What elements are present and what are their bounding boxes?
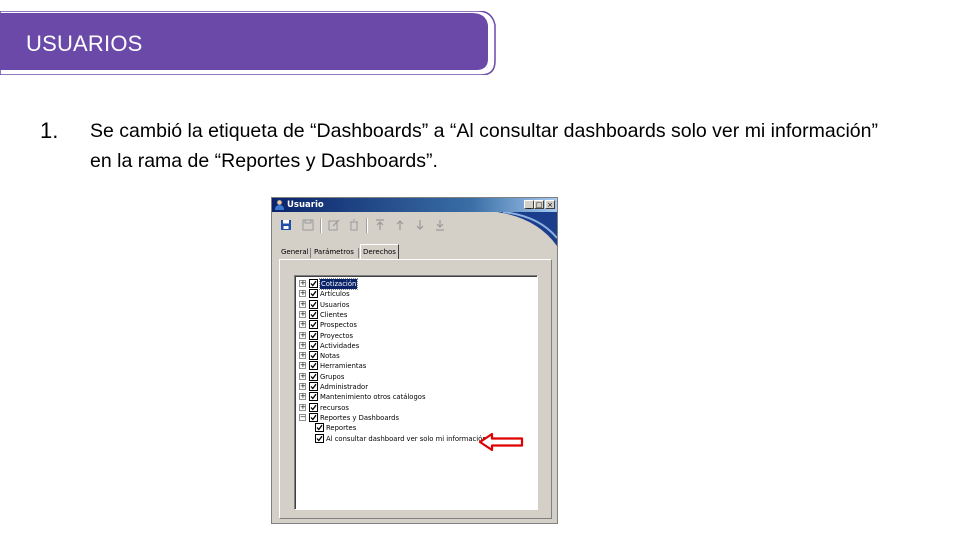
move-up-icon[interactable] [394,219,406,231]
user-icon [275,199,284,210]
expander-icon[interactable]: + [299,372,306,380]
tree-node-label: Actividades [320,341,360,350]
checkbox[interactable] [309,402,318,412]
maximize-button[interactable]: □ [534,200,544,209]
expander-icon[interactable]: + [299,321,306,329]
checkbox[interactable] [309,330,318,340]
tab-separator [358,248,359,258]
checkbox[interactable] [309,361,318,371]
left-arrow-icon [478,432,524,452]
step-text: Se cambió la etiqueta de “Dashboards” a … [90,120,878,172]
checkbox[interactable] [309,351,318,361]
title-banner: USUARIOS [0,11,500,75]
tab-separator [310,248,311,258]
usuario-window: Usuario _ □ × General Parámetros Derecho… [271,197,558,524]
tab-derechos[interactable]: Derechos [360,244,399,260]
expander-icon[interactable]: − [299,413,306,421]
checkbox[interactable] [309,299,318,309]
minimize-button[interactable]: _ [524,200,534,209]
tree-node-label: Grupos [320,372,345,381]
checkbox[interactable] [309,371,318,381]
window-title: Usuario [287,200,324,210]
expander-icon[interactable]: + [299,310,306,318]
move-top-icon[interactable] [374,219,386,231]
checkbox[interactable] [315,423,324,433]
expander-icon[interactable]: + [299,393,306,401]
tree-node-label: Usuarios [320,300,350,309]
tree-node-label: Proyectos [320,331,354,340]
expander-icon[interactable]: + [299,290,306,298]
expander-icon[interactable]: + [299,362,306,370]
expander-icon[interactable]: + [299,300,306,308]
rights-tree[interactable]: + Cotización + Artículos + Usuarios + Clientes +… [294,275,538,510]
delete-icon[interactable] [348,219,360,231]
checkbox[interactable] [309,392,318,402]
checkbox[interactable] [309,279,318,288]
checkbox[interactable] [309,289,318,299]
expander-icon[interactable]: + [299,280,306,287]
window-titlebar[interactable]: Usuario _ □ × [272,198,557,212]
tree-node-label: Cotización [318,278,359,290]
edit-icon[interactable] [328,219,340,231]
tree-node-label: Administrador [320,383,368,391]
expander-icon[interactable]: + [299,331,306,339]
checkbox[interactable] [309,382,318,391]
toolbar-separator [320,218,322,233]
expander-icon[interactable]: + [299,403,306,411]
checkbox[interactable] [315,433,324,443]
tree-node-label: Prospectos [320,321,357,330]
tree-node-label: Artículos [320,290,350,299]
step-number: 1. [40,118,59,143]
checkbox[interactable] [309,340,318,350]
tree-node-label: Reportes y Dashboards [320,413,400,422]
banner-title: USUARIOS [26,31,143,56]
expander-icon[interactable]: + [299,341,306,349]
checkbox[interactable] [309,412,318,422]
checkbox[interactable] [309,309,318,319]
tree-node-label: Reportes [326,424,357,433]
close-button[interactable]: × [545,200,555,209]
expander-icon[interactable]: + [299,352,306,360]
checkbox[interactable] [309,320,318,330]
toolbar [276,216,536,236]
move-down-icon[interactable] [414,219,426,231]
expander-icon[interactable]: + [299,383,306,390]
tree-node-label: Herramientas [320,362,367,371]
tab-parametros[interactable]: Parámetros [312,246,356,259]
tree-node-label: Notas [320,352,340,361]
tree-node-label: Mantenimiento otros catálogos [320,393,426,402]
tree-node-label: Clientes [320,310,348,319]
toolbar-separator [366,218,368,233]
move-bottom-icon[interactable] [434,219,446,231]
tree-node-label: recursos [320,403,349,412]
tree-node-label: Al consultar dashboard ver solo mi infor… [326,434,487,443]
save-icon[interactable] [280,219,292,231]
tab-general[interactable]: General [279,246,311,259]
save-disabled-icon[interactable] [302,219,314,231]
